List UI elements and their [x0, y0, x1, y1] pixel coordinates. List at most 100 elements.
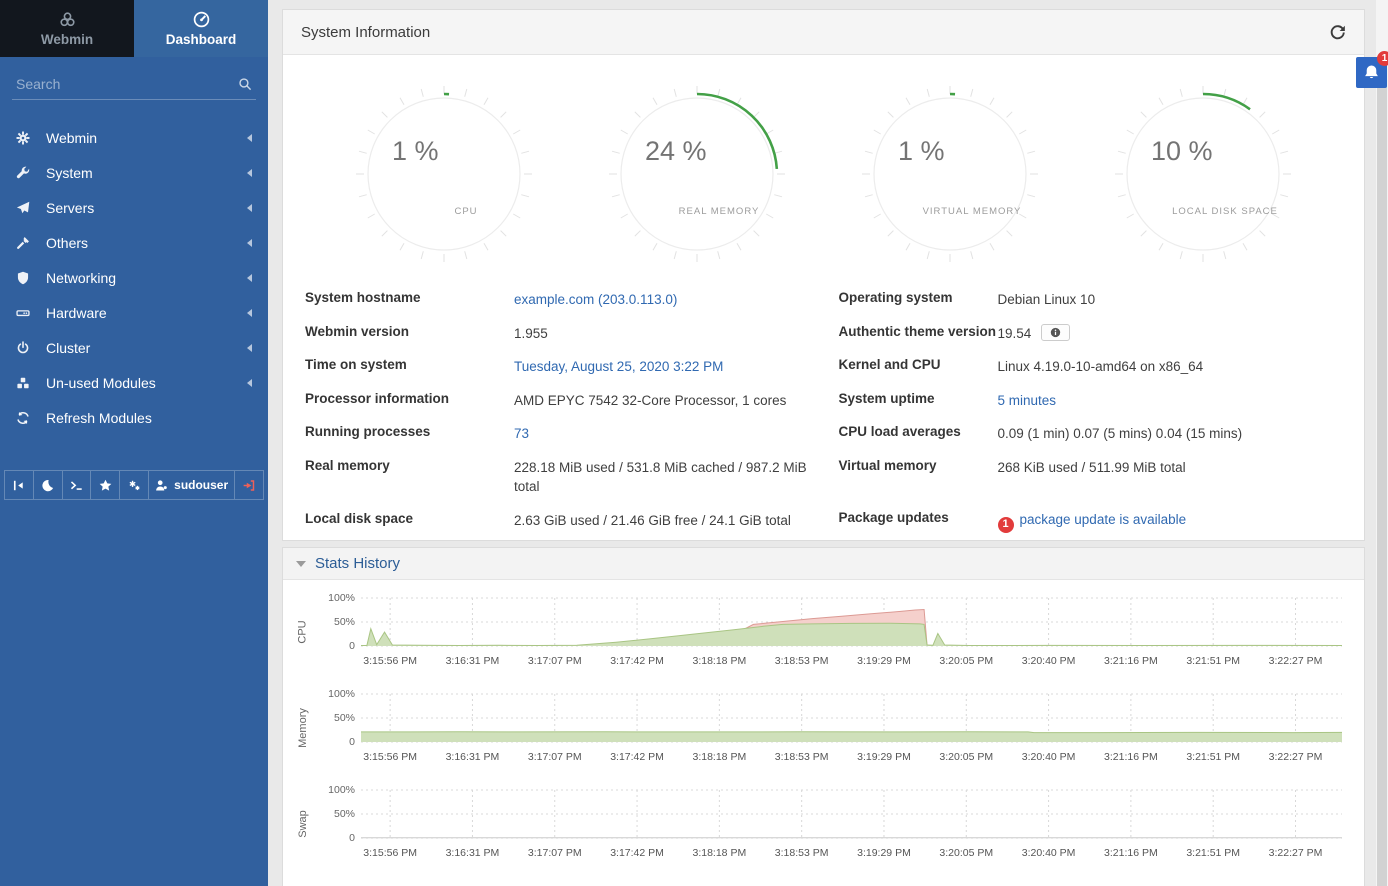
x-axis-tick-label: 3:19:29 PM	[857, 655, 911, 667]
bell-icon	[1363, 64, 1380, 81]
sidebar-item-networking[interactable]: Networking	[0, 260, 268, 295]
x-axis-tick-label: 3:15:56 PM	[363, 847, 417, 859]
collapse-sidebar-button[interactable]	[5, 471, 34, 499]
info-row: Webmin version1.955	[305, 317, 809, 351]
caret-left-icon	[247, 274, 252, 282]
page-title: System Information	[301, 24, 430, 41]
svg-text:LOCAL DISK SPACE: LOCAL DISK SPACE	[1172, 206, 1278, 217]
info-label: CPU load averages	[839, 424, 998, 439]
night-mode-button[interactable]	[34, 471, 63, 499]
x-axis-tick-label: 3:21:16 PM	[1104, 655, 1158, 667]
info-row: Running processes73	[305, 417, 809, 451]
y-axis-tick-label: 100%	[328, 784, 355, 796]
caret-left-icon	[247, 239, 252, 247]
x-axis-tick-label: 3:17:42 PM	[610, 655, 664, 667]
y-axis-tick-label: 50%	[334, 808, 355, 820]
scrollbar-thumb[interactable]	[1377, 56, 1387, 886]
x-axis-tick-label: 3:21:16 PM	[1104, 751, 1158, 763]
sidebar-toolbar: sudouser	[4, 470, 264, 500]
search-input[interactable]	[16, 76, 238, 92]
sidebar-item-refresh-modules[interactable]: Refresh Modules	[0, 400, 268, 435]
sidebar-item-cluster[interactable]: Cluster	[0, 330, 268, 365]
paper-plane-icon	[16, 201, 34, 215]
theme-configuration-button[interactable]	[120, 471, 149, 499]
tab-webmin[interactable]: Webmin	[0, 0, 134, 57]
gauge-real-memory: 24 %REAL MEMORY	[602, 79, 792, 269]
info-row: Authentic theme version19.54	[839, 317, 1343, 351]
logout-button[interactable]	[235, 471, 263, 499]
x-axis-tick-label: 3:22:27 PM	[1269, 847, 1323, 859]
refresh-icon	[16, 411, 34, 425]
info-value-link[interactable]: Tuesday, August 25, 2020 3:22 PM	[514, 359, 723, 374]
x-axis-tick-label: 3:21:16 PM	[1104, 847, 1158, 859]
notifications-button[interactable]: 1	[1356, 57, 1387, 88]
info-value: 1.955	[514, 324, 809, 344]
info-row: Package updates1package update is availa…	[839, 503, 1343, 540]
system-info-right-column: Operating systemDebian Linux 10Authentic…	[839, 283, 1343, 540]
x-axis-tick-label: 3:22:27 PM	[1269, 655, 1323, 667]
info-value-link[interactable]: 73	[514, 426, 529, 441]
sidebar-item-others[interactable]: Others	[0, 225, 268, 260]
sidebar-item-servers[interactable]: Servers	[0, 190, 268, 225]
info-label: Kernel and CPU	[839, 357, 998, 372]
hard-drive-icon	[16, 306, 34, 320]
page-scrollbar[interactable]	[1376, 0, 1388, 886]
info-label: Webmin version	[305, 324, 514, 339]
sidebar-item-label: Webmin	[46, 130, 247, 146]
x-axis-tick-label: 3:18:18 PM	[692, 847, 746, 859]
theme-info-button[interactable]	[1041, 324, 1070, 341]
main-content: System Information 1 % CPU 24 %REAL MEMORY…	[268, 0, 1388, 886]
stats-charts: CPU100%50%03:15:56 PM3:16:31 PM3:17:07 P…	[283, 580, 1364, 862]
info-row: Time on systemTuesday, August 25, 2020 3…	[305, 350, 809, 384]
info-row: Virtual memory268 KiB used / 511.99 MiB …	[839, 451, 1343, 485]
moon-icon	[41, 479, 54, 492]
x-axis-tick-label: 3:16:31 PM	[446, 655, 500, 667]
info-value: AMD EPYC 7542 32-Core Processor, 1 cores	[514, 391, 809, 411]
info-row: Real memory228.18 MiB used / 531.8 MiB c…	[305, 451, 809, 504]
chart-y-axis: 100%50%0	[313, 594, 361, 652]
tab-dashboard[interactable]: Dashboard	[134, 0, 268, 57]
x-axis-tick-label: 3:22:27 PM	[1269, 751, 1323, 763]
x-axis-tick-label: 3:18:18 PM	[692, 655, 746, 667]
sidebar-item-un-used-modules[interactable]: Un-used Modules	[0, 365, 268, 400]
info-label: System hostname	[305, 290, 514, 305]
sidebar-item-hardware[interactable]: Hardware	[0, 295, 268, 330]
caret-left-icon	[247, 344, 252, 352]
info-value-link[interactable]: package update is available	[1020, 512, 1187, 527]
updates-count-badge: 1	[998, 517, 1014, 533]
stats-history-panel: Stats History CPU100%50%03:15:56 PM3:16:…	[283, 548, 1364, 886]
y-axis-tick-label: 100%	[328, 592, 355, 604]
info-value: 5 minutes	[998, 391, 1343, 411]
info-value-link[interactable]: example.com (203.0.113.0)	[514, 292, 677, 307]
info-value-link[interactable]: 5 minutes	[998, 393, 1057, 408]
x-axis-tick-label: 3:15:56 PM	[363, 751, 417, 763]
info-value: 1 package update is available	[998, 510, 1343, 533]
info-label: Processor information	[305, 391, 514, 406]
stats-history-header[interactable]: Stats History	[283, 548, 1364, 580]
info-row: Processor informationAMD EPYC 7542 32-Co…	[305, 384, 809, 418]
x-axis-tick-label: 3:20:40 PM	[1022, 751, 1076, 763]
chart-axis-title: Memory	[293, 690, 313, 766]
x-axis-tick-label: 3:20:05 PM	[939, 655, 993, 667]
chart-axis-title: CPU	[293, 594, 313, 670]
x-axis-tick-label: 3:21:51 PM	[1186, 847, 1240, 859]
info-label: Real memory	[305, 458, 514, 473]
terminal-button[interactable]	[63, 471, 92, 499]
svg-text:REAL MEMORY: REAL MEMORY	[679, 206, 760, 217]
chart-plot-area: 3:15:56 PM3:16:31 PM3:17:07 PM3:17:42 PM…	[361, 786, 1342, 862]
x-axis-tick-label: 3:18:18 PM	[692, 751, 746, 763]
search-icon[interactable]	[238, 77, 252, 91]
hammer-icon	[16, 236, 34, 250]
favorites-button[interactable]	[91, 471, 120, 499]
svg-text:1 %: 1 %	[898, 136, 945, 166]
info-value-text: 19.54	[998, 326, 1032, 341]
info-value-text: 0.09 (1 min) 0.07 (5 mins) 0.04 (15 mins…	[998, 426, 1243, 441]
sidebar-item-system[interactable]: System	[0, 155, 268, 190]
user-button[interactable]: sudouser	[149, 471, 235, 499]
x-axis-tick-label: 3:16:31 PM	[446, 847, 500, 859]
refresh-button[interactable]	[1329, 24, 1346, 41]
info-label: Time on system	[305, 357, 514, 372]
sidebar-item-webmin[interactable]: Webmin	[0, 120, 268, 155]
chart-y-axis: 100%50%0	[313, 690, 361, 748]
x-axis-tick-label: 3:21:51 PM	[1186, 751, 1240, 763]
